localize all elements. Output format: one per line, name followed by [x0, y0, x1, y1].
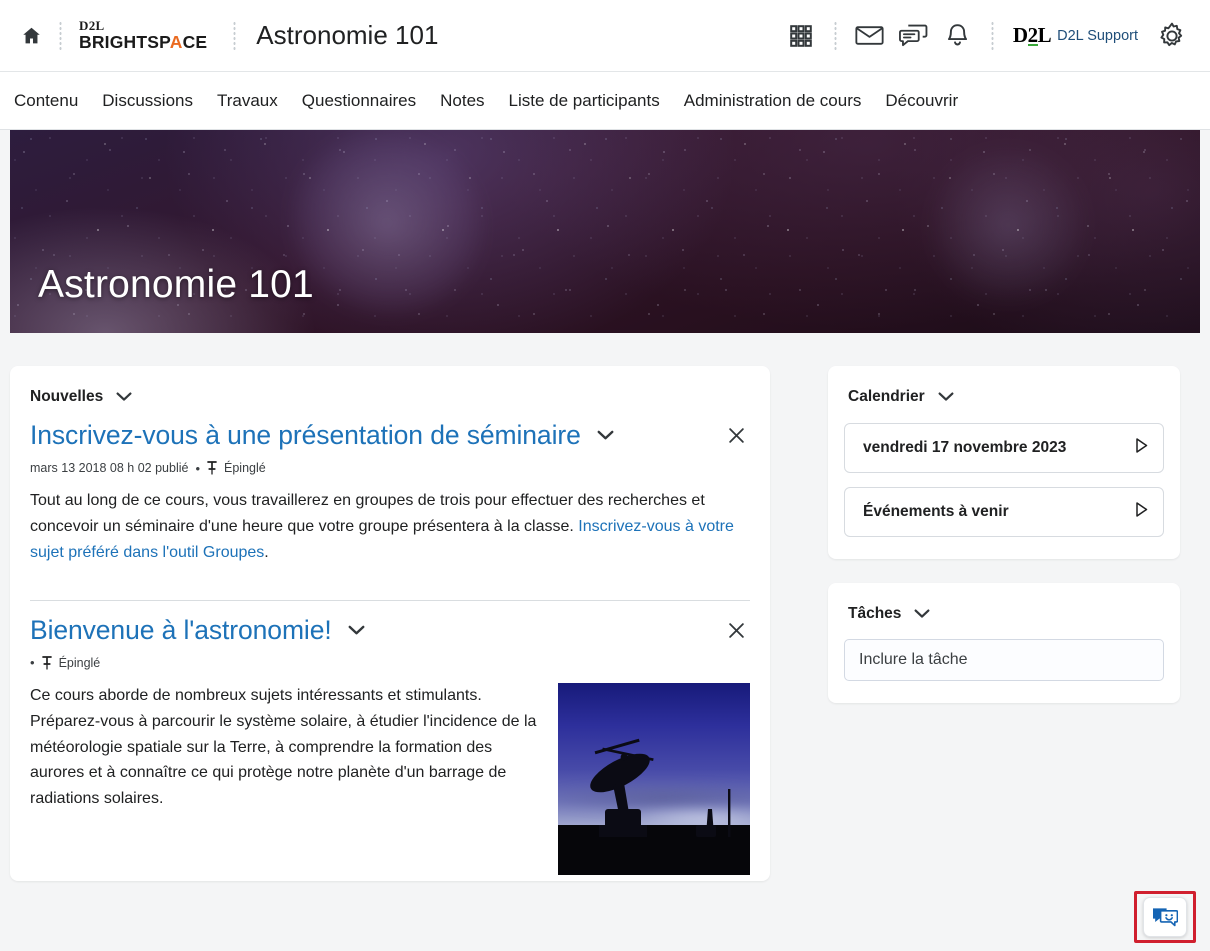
header-separator-4	[990, 20, 994, 51]
calendar-row-upcoming[interactable]: Événements à venir	[844, 487, 1164, 537]
calendar-row-arrow	[1134, 501, 1149, 523]
d2l-support-link[interactable]: D2L Support	[1057, 28, 1138, 44]
news-item-title-row: Bienvenue à l'astronomie!	[30, 601, 750, 646]
news-item: Inscrivez-vous à une présentation de sém…	[10, 406, 770, 566]
settings-button[interactable]	[1150, 14, 1194, 58]
play-triangle-icon	[1136, 438, 1148, 453]
news-item-title[interactable]: Bienvenue à l'astronomie!	[30, 615, 332, 646]
news-item-pin-label: Épinglé	[224, 461, 266, 475]
calendar-row-date[interactable]: vendredi 17 novembre 2023	[844, 423, 1164, 473]
calendar-widget-header: Calendrier	[828, 366, 1180, 406]
brightspace-logo[interactable]: D2L BRIGHTSPACE	[79, 19, 207, 52]
chevron-down-icon	[938, 392, 954, 401]
news-item-body: Ce cours aborde de nombreux sujets intér…	[30, 686, 537, 808]
news-item-chevron[interactable]	[348, 625, 365, 636]
calendar-widget-chevron[interactable]	[938, 392, 954, 402]
gear-icon	[1160, 22, 1183, 46]
chevron-down-icon	[597, 430, 614, 440]
bell-icon	[948, 23, 968, 45]
news-item-meta: • Épinglé	[30, 656, 750, 670]
chat-support-button[interactable]	[1143, 897, 1187, 937]
subscription-alerts-button[interactable]	[892, 14, 936, 58]
calendar-widget-body: vendredi 17 novembre 2023 Événements à v…	[828, 406, 1180, 559]
nav-item-questionnaires[interactable]: Questionnaires	[290, 92, 428, 109]
news-item-close-button[interactable]	[722, 422, 750, 450]
news-item-title-row: Inscrivez-vous à une présentation de sém…	[30, 406, 750, 451]
tasks-widget-body	[828, 623, 1180, 703]
pin-icon-glyph	[207, 461, 217, 475]
envelope-icon	[855, 26, 884, 45]
close-icon	[728, 622, 744, 638]
news-item-meta-bullet: •	[30, 655, 35, 671]
left-column: Nouvelles Inscrivez-vous à une présentat…	[10, 366, 770, 881]
nav-item-travaux[interactable]: Travaux	[205, 92, 290, 109]
tasks-widget-header: Tâches	[828, 583, 1180, 623]
calendar-row-arrow	[1134, 437, 1149, 459]
news-widget-header: Nouvelles	[10, 366, 770, 406]
nav-item-contenu[interactable]: Contenu	[14, 92, 90, 109]
right-column: Calendrier vendredi 17 novembre 2023 Évé…	[828, 366, 1180, 703]
tasks-widget-chevron[interactable]	[914, 609, 930, 619]
nav-item-notes[interactable]: Notes	[428, 92, 496, 109]
news-item-body: Tout au long de ce cours, vous travaille…	[30, 488, 750, 566]
nav-item-discussions[interactable]: Discussions	[90, 92, 205, 109]
course-title-banner: Astronomie 101	[38, 263, 314, 306]
news-item: Bienvenue à l'astronomie! • Épinglé Ce c…	[10, 601, 770, 875]
course-navbar: Contenu Discussions Travaux Questionnair…	[0, 72, 1210, 130]
news-widget-title: Nouvelles	[30, 388, 104, 405]
news-item-image	[558, 682, 750, 875]
course-banner: Astronomie 101	[10, 130, 1200, 333]
home-icon	[22, 27, 40, 44]
pin-icon	[207, 461, 217, 475]
add-task-input[interactable]	[844, 639, 1164, 681]
calendar-row-label: Événements à venir	[863, 503, 1009, 520]
pin-icon	[41, 655, 52, 670]
header-separator-1	[59, 20, 62, 51]
chevron-down-icon	[348, 625, 365, 635]
apps-menu-button[interactable]	[779, 14, 823, 58]
satellite-dish-icon	[590, 738, 731, 837]
grid-apps-icon	[790, 24, 812, 47]
d2l-logo[interactable]: D2L	[1013, 23, 1052, 48]
chat-bubbles-icon	[899, 24, 928, 47]
course-banner-wrap: Astronomie 101	[0, 130, 1210, 333]
chat-support-icon	[1153, 908, 1178, 927]
brand-logo-top: D2L	[79, 18, 105, 34]
close-icon	[728, 428, 744, 443]
header-actions: D2L D2L Support	[779, 14, 1194, 58]
header-separator-2	[233, 20, 237, 51]
course-title-header[interactable]: Astronomie 101	[256, 20, 438, 51]
news-item-date: mars 13 2018 08 h 02 publié	[30, 461, 189, 475]
nav-item-administration-de-cours[interactable]: Administration de cours	[672, 92, 874, 109]
chevron-down-icon	[914, 609, 930, 618]
news-widget: Nouvelles Inscrivez-vous à une présentat…	[10, 366, 770, 881]
news-item-body-wrap: Ce cours aborde de nombreux sujets intér…	[30, 682, 750, 875]
news-item-close-button[interactable]	[722, 616, 750, 644]
main-content: Nouvelles Inscrivez-vous à une présentat…	[0, 333, 1210, 881]
news-item-meta: mars 13 2018 08 h 02 publié • Épinglé	[30, 461, 750, 475]
tasks-widget: Tâches	[828, 583, 1180, 703]
home-button[interactable]	[14, 19, 48, 53]
nav-item-liste-de-participants[interactable]: Liste de participants	[497, 92, 672, 109]
calendar-widget: Calendrier vendredi 17 novembre 2023 Évé…	[828, 366, 1180, 559]
news-widget-chevron[interactable]	[116, 392, 132, 402]
news-item-title[interactable]: Inscrivez-vous à une présentation de sém…	[30, 420, 581, 451]
news-item-meta-bullet: •	[195, 460, 201, 476]
news-item-pin-label: Épinglé	[58, 655, 101, 670]
calendar-widget-title: Calendrier	[848, 388, 925, 405]
news-item-chevron[interactable]	[597, 430, 614, 441]
brand-logo-bottom: BRIGHTSPACE	[79, 32, 208, 53]
notifications-button[interactable]	[936, 14, 980, 58]
nav-item-decouvrir[interactable]: Découvrir	[873, 92, 970, 109]
news-item-body-text-after: .	[264, 543, 269, 561]
email-button[interactable]	[848, 14, 892, 58]
play-triangle-icon	[1136, 502, 1148, 517]
header-separator-3	[833, 20, 837, 51]
pin-icon-glyph	[41, 655, 52, 670]
tasks-widget-title: Tâches	[848, 605, 902, 622]
calendar-row-label: vendredi 17 novembre 2023	[863, 439, 1067, 456]
top-header: D2L BRIGHTSPACE Astronomie 101 D2L D2L S…	[0, 0, 1210, 72]
chevron-down-icon	[116, 392, 132, 401]
